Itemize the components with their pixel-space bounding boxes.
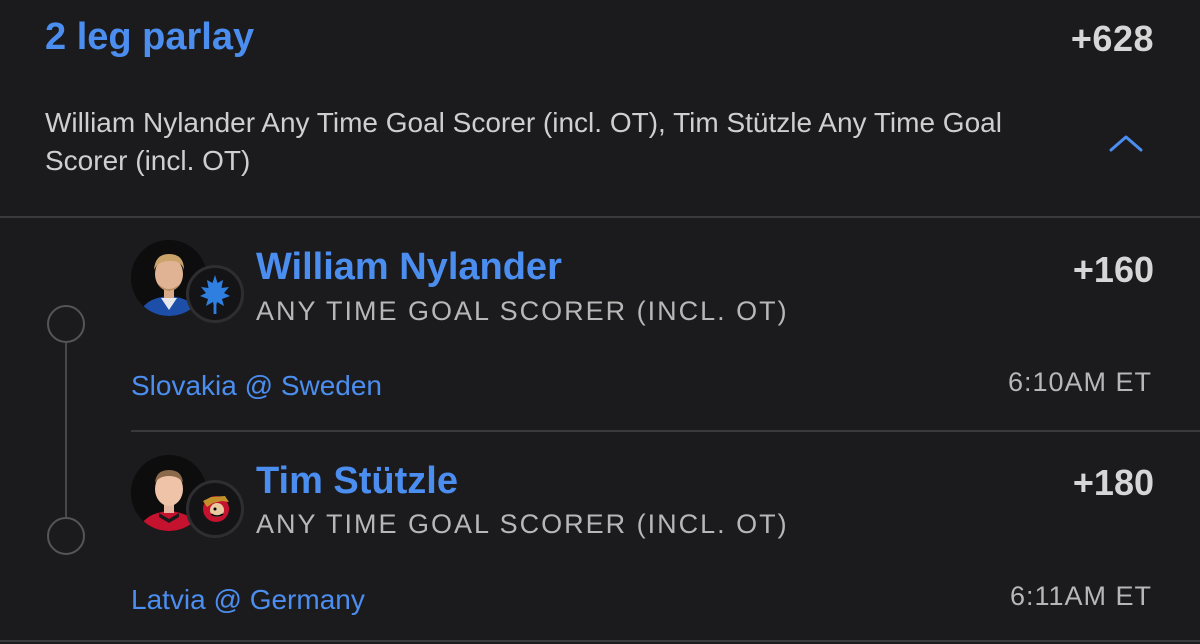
leg-odds: +180 [1072,462,1154,503]
collapse-button[interactable] [1104,128,1148,158]
parlay-description: William Nylander Any Time Goal Scorer (i… [45,107,1002,176]
parlay-title: 2 leg parlay [45,16,255,58]
senators-logo [186,480,244,538]
chevron-up-icon [1109,135,1143,152]
matchup-link[interactable]: Latvia @ Germany [131,584,365,616]
leg-odds: +160 [1072,249,1154,290]
timeline-line [65,343,67,517]
market-label: ANY TIME GOAL SCORER (INCL. OT) [256,509,789,539]
game-time: 6:10AM ET [1007,367,1152,397]
timeline-dot [47,517,85,555]
matchup-link[interactable]: Slovakia @ Sweden [131,370,382,402]
leg-divider [131,430,1200,432]
game-time: 6:11AM ET [1009,581,1152,611]
timeline-dot [47,305,85,343]
market-label: ANY TIME GOAL SCORER (INCL. OT) [256,296,789,326]
maple-leafs-logo [186,265,244,323]
player-name: Tim Stützle [256,460,458,502]
parlay-odds: +628 [1070,18,1154,59]
player-name: William Nylander [256,246,562,288]
header-divider [0,216,1200,218]
footer-divider [0,640,1200,642]
